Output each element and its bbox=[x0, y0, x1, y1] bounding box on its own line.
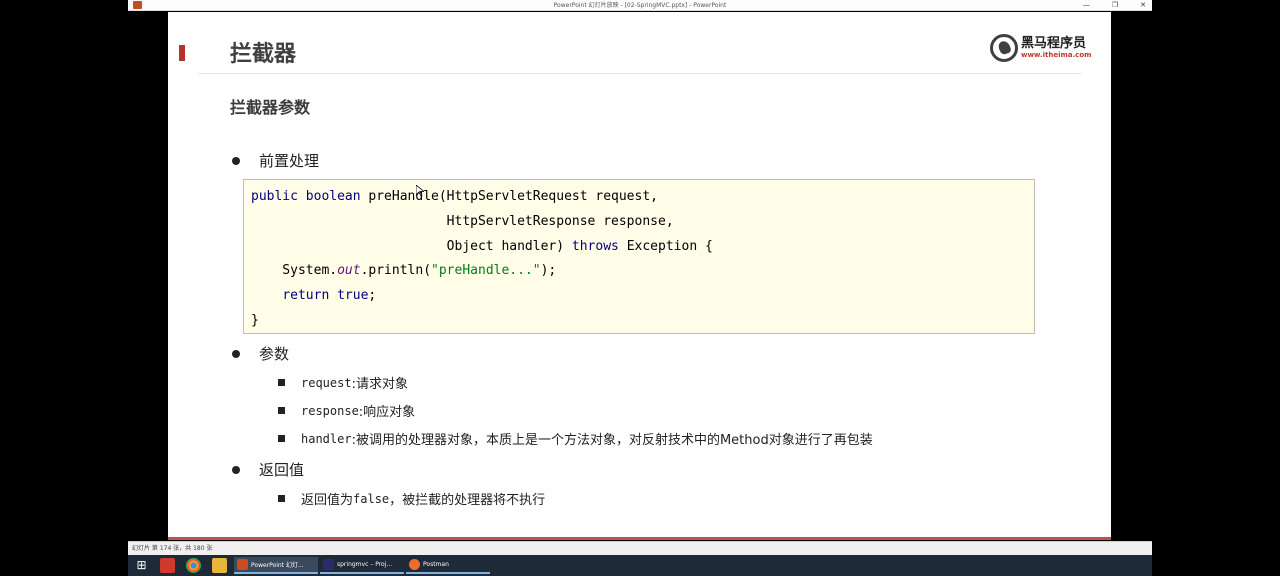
title-accent-bar bbox=[179, 45, 185, 61]
bullet-pre-label: 前置处理 bbox=[259, 152, 320, 170]
postman-icon bbox=[409, 559, 420, 570]
bullet-return: 返回值 bbox=[230, 459, 304, 480]
taskbar-app-intellij[interactable]: springmvc – Proj... bbox=[320, 557, 404, 574]
slide-counter: 幻灯片 第 174 张，共 180 张 bbox=[132, 545, 213, 552]
square-bullet-icon bbox=[278, 495, 285, 502]
slide-subheading: 拦截器参数 bbox=[230, 98, 311, 117]
bullet-dot-icon bbox=[232, 465, 240, 474]
bullet-dot-icon bbox=[232, 156, 240, 165]
close-button[interactable]: ✕ bbox=[1140, 0, 1146, 11]
param-item-response: response:响应对象 bbox=[278, 401, 415, 420]
bullet-params-label: 参数 bbox=[259, 345, 290, 363]
heading-divider bbox=[198, 73, 1081, 74]
code-block: public boolean preHandle(HttpServletRequ… bbox=[243, 179, 1035, 334]
slide-heading: 拦截器 bbox=[230, 42, 297, 67]
horse-logo-icon bbox=[990, 34, 1018, 62]
windows-taskbar: ⊞ PowerPoint 幻灯... springmvc – Proj... P… bbox=[128, 555, 1152, 576]
chrome-icon[interactable] bbox=[186, 558, 201, 573]
bullet-params: 参数 bbox=[230, 343, 289, 364]
window-titlebar: PowerPoint 幻灯片放映 - [02-SpringMVC.pptx] -… bbox=[128, 0, 1152, 11]
slide-footer-band bbox=[168, 537, 1111, 540]
start-icon[interactable]: ⊞ bbox=[134, 558, 149, 573]
restore-button[interactable]: ❐ bbox=[1112, 0, 1118, 11]
intellij-icon bbox=[323, 559, 334, 570]
file-explorer-icon[interactable] bbox=[212, 558, 227, 573]
status-bar: 幻灯片 第 174 张，共 180 张 bbox=[128, 541, 1152, 555]
powerpoint-icon bbox=[237, 559, 248, 570]
code-text: public boolean preHandle(HttpServletRequ… bbox=[251, 189, 713, 328]
taskbar-app-powerpoint[interactable]: PowerPoint 幻灯... bbox=[234, 557, 318, 574]
logo-url: www.itheima.com bbox=[1021, 51, 1092, 59]
mouse-cursor-icon bbox=[416, 185, 424, 197]
logo-name: 黑马程序员 bbox=[1021, 36, 1087, 51]
window-title: PowerPoint 幻灯片放映 - [02-SpringMVC.pptx] -… bbox=[553, 2, 727, 9]
slide[interactable]: 拦截器 黑马程序员 www.itheima.com 拦截器参数 前置处理 pub… bbox=[168, 12, 1111, 540]
square-bullet-icon bbox=[278, 407, 285, 414]
param-item-request: request:请求对象 bbox=[278, 373, 408, 392]
bullet-return-label: 返回值 bbox=[259, 461, 305, 479]
return-item: 返回值为 false ，被拦截的处理器将不执行 bbox=[278, 489, 545, 508]
square-bullet-icon bbox=[278, 435, 285, 442]
app-red-icon[interactable] bbox=[160, 558, 175, 573]
param-item-handler: handler:被调用的处理器对象，本质上是一个方法对象，对反射技术中的Meth… bbox=[278, 429, 873, 448]
square-bullet-icon bbox=[278, 379, 285, 386]
brand-logo: 黑马程序员 www.itheima.com bbox=[990, 34, 1091, 62]
minimize-button[interactable]: — bbox=[1083, 0, 1090, 11]
bullet-dot-icon bbox=[232, 349, 240, 358]
taskbar-app-postman[interactable]: Postman bbox=[406, 557, 490, 574]
bullet-pre: 前置处理 bbox=[230, 150, 319, 171]
